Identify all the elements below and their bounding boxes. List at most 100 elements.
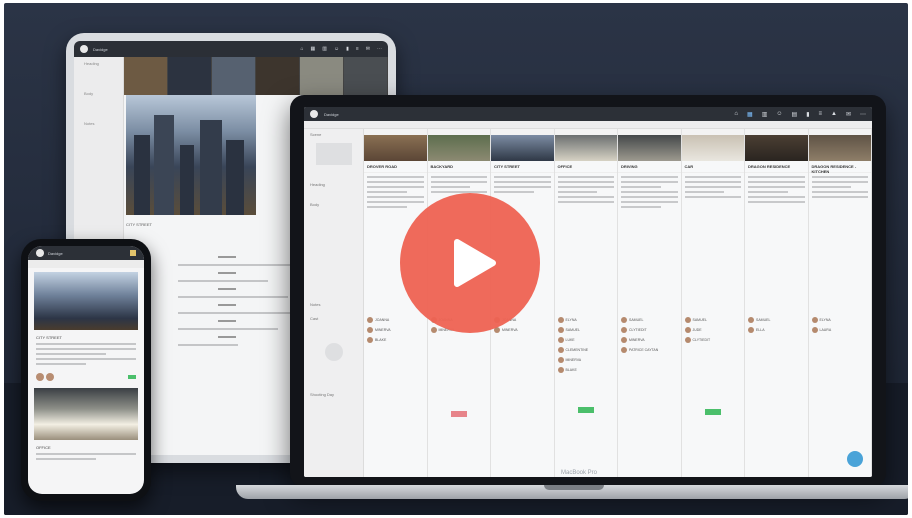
phone-device: Davidge CITY STREET OFFICE	[21, 239, 151, 501]
scene-title: BACKYARD	[427, 161, 490, 173]
cast-chip[interactable]: ELYNA	[557, 317, 616, 323]
chart-icon[interactable]: ▮	[346, 46, 349, 52]
laptop-notch	[544, 485, 604, 490]
scene-column[interactable]: DRAGON RESIDENCE SAMUEL ELLA	[745, 129, 809, 477]
shooting-day-marker[interactable]	[704, 409, 721, 415]
scene-title: OFFICE	[554, 161, 617, 173]
cast-chip[interactable]: MINERVA	[557, 357, 616, 363]
cast-chip[interactable]: MINERVA	[621, 337, 679, 343]
sidebar-label-notes: Notes	[310, 302, 321, 307]
scene-body	[682, 173, 745, 204]
tablet-scene-image[interactable]	[126, 95, 256, 215]
scene-body	[809, 173, 872, 204]
phone-scene-body	[28, 451, 144, 465]
phone-topbar: Davidge	[28, 246, 144, 260]
cast-chip[interactable]: SAMUEL	[684, 317, 743, 323]
chat-icon[interactable]: ✉	[366, 46, 370, 52]
cast-chip[interactable]: MINERVA	[494, 327, 552, 333]
cast-chip[interactable]: LUKE	[557, 337, 616, 343]
laptop-app-name: Davidge	[324, 111, 339, 117]
laptop-screen: Davidge ⌂ ▦ ▥ ☺ ▤ ▮ ≡ ▲ ✉ ⋯ Scene Headin…	[304, 107, 872, 477]
cast-chip[interactable]: PATRICE CAYTAN	[621, 347, 679, 353]
chart-icon[interactable]: ▮	[806, 111, 809, 118]
phone-screen: Davidge CITY STREET OFFICE	[28, 246, 144, 494]
cast-chip[interactable]: SAMUEL	[748, 317, 806, 323]
scene-body	[618, 173, 681, 214]
phone-cast-row[interactable]	[28, 370, 144, 384]
scene-image	[745, 135, 808, 161]
cast-chip[interactable]: JUDE	[684, 327, 743, 333]
scene-image	[554, 135, 617, 161]
scene-image	[808, 135, 871, 161]
cast-chip[interactable]: MINERVA	[367, 327, 425, 333]
shooting-day-marker[interactable]	[577, 407, 594, 413]
scene-column[interactable]: DRAGON RESIDENCE - KITCHEN ELYNA LAURA	[808, 129, 872, 477]
shooting-day-marker[interactable]	[450, 411, 467, 417]
cast-chip[interactable]: CLYTIEDIT	[621, 327, 679, 333]
laptop-subbar	[304, 121, 872, 129]
scene-column[interactable]: OFFICE ELYNA SAMUEL LUKE CLEMENTINE MINE…	[554, 129, 618, 477]
cast-chip[interactable]: BLAKE	[367, 337, 425, 343]
chat-icon[interactable]: ✉	[846, 111, 851, 118]
board-icon[interactable]: ▦	[311, 46, 316, 52]
columns-icon[interactable]: ▥	[322, 46, 327, 52]
scene-title: DRAGON RESIDENCE - KITCHEN	[808, 161, 871, 174]
scene-image	[681, 135, 744, 161]
cast-chip[interactable]: CLYTIEDIT	[684, 337, 743, 343]
tablet-sidebar-label: Body	[84, 91, 94, 96]
scene-body	[364, 173, 427, 214]
scene-body	[491, 173, 554, 199]
scene-title: CAR	[681, 161, 744, 173]
home-icon[interactable]: ⌂	[734, 111, 738, 118]
person-icon	[324, 343, 343, 361]
tablet-sidebar-label: Notes	[84, 121, 95, 126]
cast-chip[interactable]: BLAKE	[557, 367, 616, 373]
home-icon[interactable]: ⌂	[301, 46, 304, 52]
sidebar-label-heading: Heading	[310, 182, 325, 187]
laptop-sidebar: Scene Heading Body Notes Cast Shooting D…	[304, 129, 364, 477]
more-icon[interactable]: ⋯	[377, 46, 382, 52]
phone-scene-heading: OFFICE	[36, 445, 51, 450]
more-icon[interactable]: ⋯	[860, 111, 866, 118]
app-logo-icon	[36, 249, 44, 257]
cast-chip[interactable]: LAURA	[811, 327, 870, 333]
tablet-toolbar: ⌂ ▦ ▥ ☺ ▮ ≡ ✉ ⋯	[301, 46, 383, 52]
scene-body	[745, 173, 808, 209]
tablet-image-strip	[124, 57, 388, 95]
scene-column[interactable]: DRIVING SAMUEL CLYTIEDIT MINERVA PATRICE…	[618, 129, 682, 477]
scene-title: DRAGON RESIDENCE	[745, 161, 808, 173]
list-icon[interactable]: ≡	[356, 46, 359, 52]
phone-scene-heading: CITY STREET	[36, 335, 62, 340]
list-icon[interactable]: ≡	[819, 111, 823, 118]
school-icon[interactable]: ▲	[831, 111, 837, 118]
phone-scene-image[interactable]	[34, 272, 138, 330]
scene-title: DROVER ROAD	[364, 161, 427, 173]
scene-body	[555, 173, 618, 209]
menu-icon[interactable]	[130, 250, 136, 256]
laptop-device: Davidge ⌂ ▦ ▥ ☺ ▤ ▮ ≡ ▲ ✉ ⋯ Scene Headin…	[290, 95, 886, 487]
cast-chip[interactable]: ELYNA	[811, 317, 870, 323]
scene-column[interactable]: CAR SAMUEL JUDE CLYTIEDIT	[681, 129, 745, 477]
cast-chip[interactable]: SAMUEL	[621, 317, 679, 323]
avatar[interactable]	[46, 373, 54, 381]
avatar[interactable]	[36, 373, 44, 381]
scene-title: CITY STREET	[491, 161, 554, 173]
chat-fab-icon[interactable]	[847, 451, 863, 467]
cast-chip[interactable]: CLEMENTINE	[557, 347, 616, 353]
cast-chip[interactable]: JOANNA	[367, 317, 425, 323]
sidebar-label-scene: Scene	[310, 132, 322, 137]
board-icon[interactable]: ▦	[747, 111, 753, 118]
cast-chip[interactable]: ELLA	[748, 327, 806, 333]
calendar-icon[interactable]: ▤	[792, 111, 798, 118]
phone-scene-image[interactable]	[34, 388, 138, 440]
cast-icon[interactable]: ☺	[776, 111, 782, 118]
cast-chip[interactable]: SAMUEL	[557, 327, 616, 333]
scene-image	[618, 135, 681, 161]
cast-icon[interactable]: ☺	[334, 46, 339, 52]
shooting-day-marker[interactable]	[128, 375, 136, 379]
phone-scene-body	[28, 341, 144, 370]
columns-icon[interactable]: ▥	[762, 111, 768, 118]
video-play-button[interactable]	[400, 193, 540, 333]
camera-icon[interactable]	[315, 143, 352, 165]
app-logo-icon	[310, 110, 318, 118]
